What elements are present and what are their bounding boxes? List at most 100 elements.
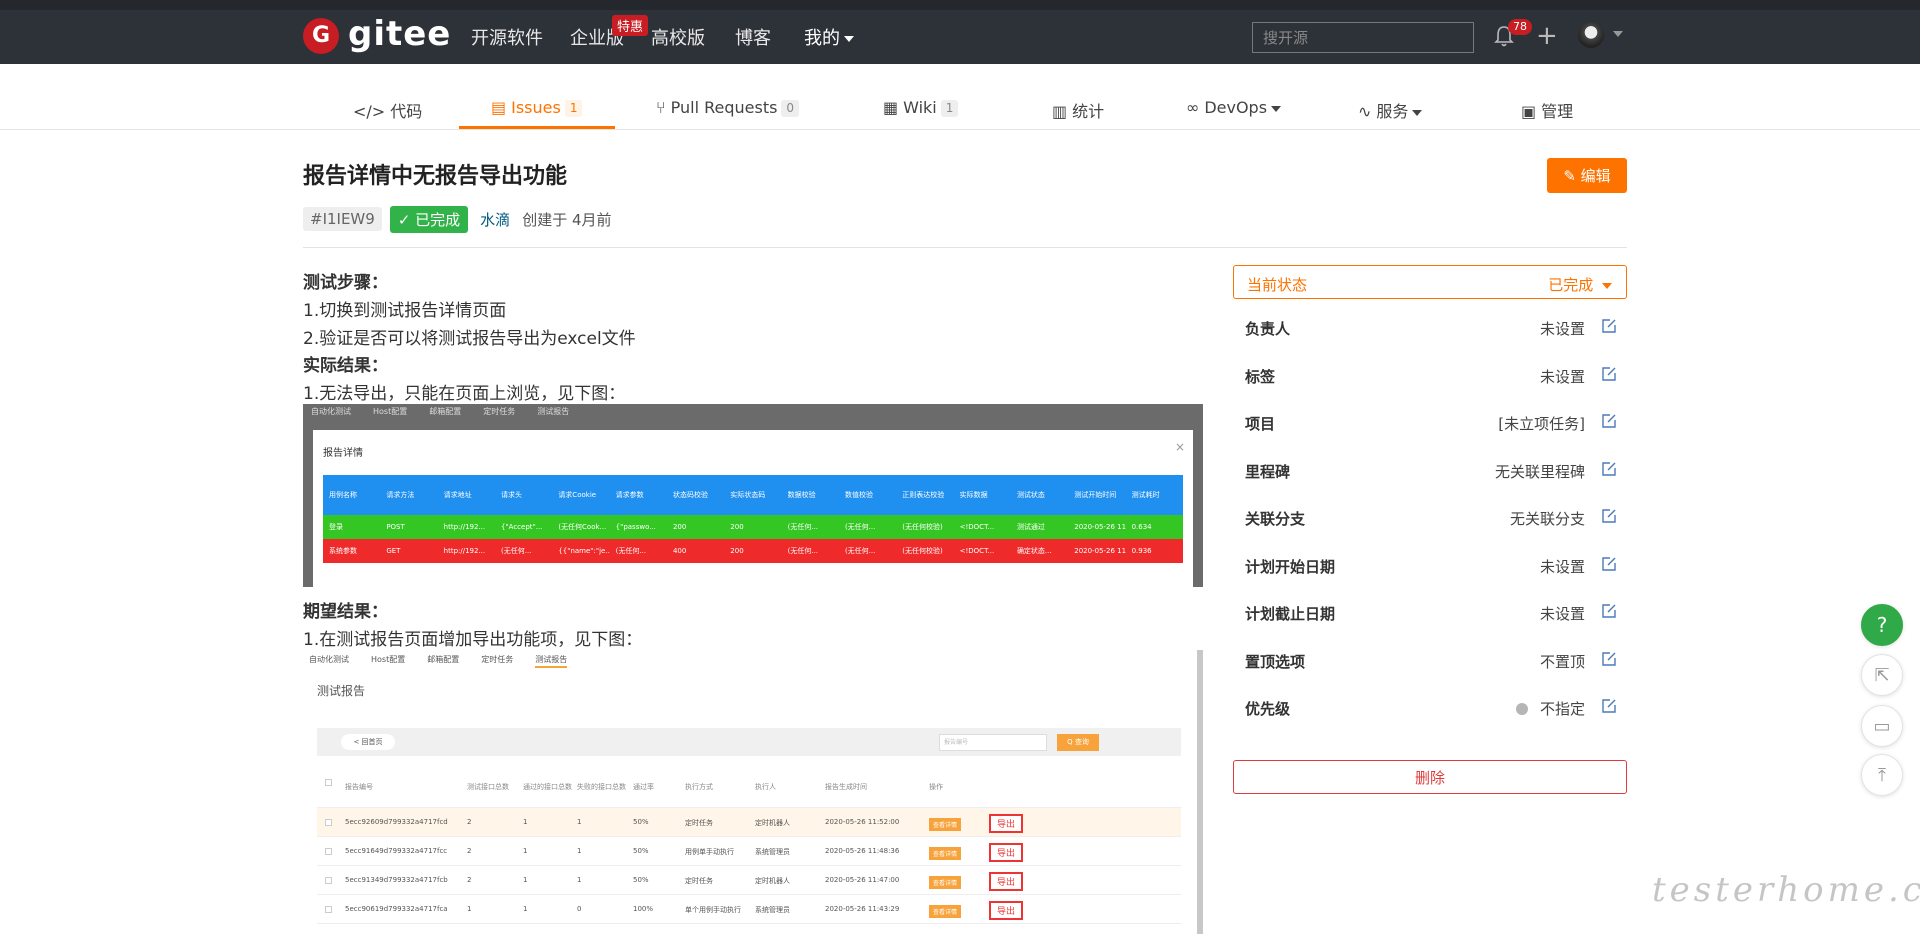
issue-id[interactable]: #I1IEW9: [303, 207, 382, 231]
tab-pr-count: 0: [781, 100, 800, 117]
comment-icon[interactable]: ▭: [1861, 705, 1903, 747]
stats-icon: ▥: [1052, 102, 1068, 121]
pull-request-icon: ⑂: [656, 98, 666, 117]
embedded-detail-button: 查看详情: [929, 876, 962, 889]
edit-icon[interactable]: [1601, 698, 1617, 714]
sidebar-field: 项目 [未立项任务]: [1233, 394, 1627, 442]
tab-devops[interactable]: ∞ DevOps: [1186, 98, 1282, 117]
embedded-screenshot-report-list: 自动化测试 Host配置 邮箱配置 定时任务 测试报告 测试报告 < 回首页 报…: [303, 650, 1203, 934]
sidebar-field-label: 计划截止日期: [1245, 605, 1336, 623]
column-header: 执行方式: [685, 783, 713, 791]
table-cell: 2020-05-26 11:47:00: [825, 876, 900, 884]
table-cell: 1: [577, 847, 582, 855]
embedded-export-button: 导出: [989, 901, 1024, 920]
edit-icon[interactable]: [1601, 366, 1617, 382]
delete-button[interactable]: 删除: [1233, 760, 1627, 794]
share-icon[interactable]: ⇱: [1861, 654, 1903, 696]
status-select-value: 已完成: [1548, 274, 1612, 295]
embedded-tab: 自动化测试: [311, 407, 351, 416]
edit-icon[interactable]: [1601, 461, 1617, 477]
chevron-down-icon[interactable]: [1613, 31, 1623, 37]
chevron-down-icon: [1412, 109, 1423, 116]
nav-blog[interactable]: 博客: [735, 24, 771, 50]
expected-heading: 期望结果：: [303, 602, 388, 622]
service-icon: ∿: [1358, 102, 1372, 121]
embedded-screenshot-report-detail: 自动化测试 Host配置 邮箱配置 定时任务 测试报告 报告详情 × 用例名称 请…: [303, 404, 1203, 587]
actual-1: 1.无法导出，只能在页面上浏览，见下图：: [303, 384, 626, 404]
avatar[interactable]: [1578, 22, 1604, 48]
back-to-top-icon[interactable]: ⤒: [1861, 754, 1903, 796]
edit-icon[interactable]: [1601, 603, 1617, 619]
tab-manage[interactable]: ▣ 管理: [1521, 98, 1573, 122]
status-select-label: 当前状态: [1247, 276, 1308, 294]
author-link[interactable]: 水滴: [480, 209, 510, 230]
sidebar-field-label: 项目: [1245, 415, 1276, 433]
edit-icon[interactable]: [1601, 508, 1617, 524]
edit-icon[interactable]: [1601, 318, 1617, 334]
tab-service[interactable]: ∿ 服务: [1358, 98, 1423, 122]
table-header: 报告编号 测试接口总数 通过的接口总数 失败的接口总数 通过率 执行方式 执行人 报告生成时间…: [317, 768, 1181, 808]
table-cell: 0: [577, 905, 582, 913]
nav-open-source[interactable]: 开源软件: [471, 24, 543, 50]
table-cell: POST: [386, 523, 405, 531]
plus-icon[interactable]: +: [1536, 23, 1558, 49]
embedded-tab-active: 测试报告: [535, 654, 568, 668]
watermark: testerhome.com: [1652, 870, 1920, 910]
tab-code[interactable]: </> 代码: [353, 98, 422, 122]
table-cell: 单个用例手动执行: [685, 906, 741, 914]
column-header: 请求参数: [615, 491, 644, 499]
tab-devops-label: DevOps: [1204, 98, 1268, 117]
report-detail-modal: 报告详情 × 用例名称 请求方法 请求地址 请求头 请求Cookie 请求参数 状态码校验 实…: [313, 430, 1193, 587]
tab-stats-label: 统计: [1072, 102, 1105, 121]
table-cell: (无任何...: [844, 523, 876, 531]
table-cell: 5ecc91349d799332a4717fcb: [345, 876, 448, 884]
sidebar-field-value: 未设置: [1540, 366, 1585, 387]
sidebar-field-label: 里程碑: [1245, 462, 1291, 481]
sidebar-field: 计划开始日期 未设置: [1233, 537, 1627, 585]
column-header: 状态码校验: [672, 491, 708, 499]
table-cell: 50%: [633, 847, 649, 855]
sidebar-field-value-text: 无关联分支: [1509, 510, 1585, 528]
priority-dot-icon: [1515, 703, 1528, 715]
tab-stats[interactable]: ▥ 统计: [1052, 98, 1104, 122]
table-cell: (无任何...: [500, 547, 532, 555]
gitee-logo-text[interactable]: gitee: [348, 14, 451, 54]
status-select[interactable]: 当前状态 已完成: [1233, 265, 1627, 299]
column-header: 实际状态码: [730, 491, 766, 499]
table-cell: 1: [523, 818, 528, 826]
column-header: 正则表达校验: [902, 491, 945, 499]
edit-icon[interactable]: [1601, 556, 1617, 572]
tab-pull-requests[interactable]: ⑂ Pull Requests 0: [656, 98, 800, 117]
nav-mine[interactable]: 我的: [804, 24, 854, 50]
column-header: 请求地址: [443, 491, 472, 499]
tab-issues[interactable]: ▤ Issues 1: [491, 98, 583, 117]
devops-icon: ∞: [1186, 98, 1200, 117]
table-cell: 2020-05-26 11:43:29: [825, 905, 900, 913]
table-cell: (无任何校验): [902, 523, 943, 531]
check-circle-icon: ✓: [397, 210, 416, 229]
column-header: 报告编号: [345, 783, 373, 791]
nav-university[interactable]: 高校版: [651, 24, 705, 50]
edit-icon[interactable]: [1601, 651, 1617, 667]
edit-button[interactable]: ✎ 编辑: [1547, 158, 1627, 193]
edit-icon[interactable]: [1601, 413, 1617, 429]
sidebar-field-label: 关联分支: [1245, 510, 1306, 528]
embedded-export-button: 导出: [989, 814, 1024, 833]
sidebar-field: 关联分支 无关联分支: [1233, 489, 1627, 537]
tab-wiki[interactable]: ▦ Wiki 1: [883, 98, 959, 117]
chevron-down-icon: [1602, 282, 1612, 289]
sidebar-field-value-text: 不指定: [1539, 700, 1585, 718]
sidebar-field: 优先级 不指定: [1233, 679, 1627, 727]
help-button[interactable]: ?: [1861, 604, 1903, 646]
table-cell: 100%: [633, 905, 654, 913]
table-cell: 2020-05-26 11:52:00: [825, 818, 900, 826]
table-cell: <!DOCT...: [959, 523, 995, 531]
sidebar-field: 计划截止日期 未设置: [1233, 584, 1627, 632]
column-header: 通过的接口总数: [523, 783, 572, 791]
repo-tabs: </> 代码 ▤ Issues 1 ⑂ Pull Requests 0 ▦ Wiki 1 ▥ 统…: [0, 64, 1920, 130]
tab-service-label: 服务: [1376, 102, 1409, 121]
search-input[interactable]: [1252, 22, 1474, 53]
gitee-logo-icon[interactable]: G: [303, 18, 339, 54]
embedded-query-button: Q 查询: [1057, 734, 1099, 751]
actual-heading: 实际结果：: [303, 356, 388, 376]
